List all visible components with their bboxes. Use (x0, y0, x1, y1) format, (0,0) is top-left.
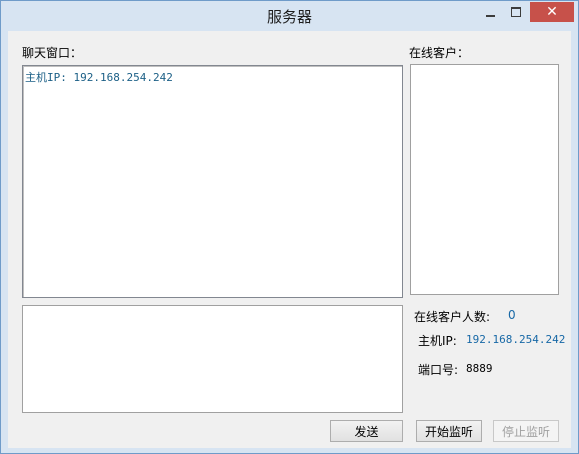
client-area: 聊天窗口： 在线客户： 主机IP: 192.168.254.242 在线客户人数… (8, 31, 571, 448)
host-ip-label: 主机IP: (418, 334, 457, 348)
online-count-value: 0 (508, 308, 516, 322)
online-clients-label: 在线客户： (409, 46, 470, 60)
stop-listening-button[interactable]: 停止监听 (493, 420, 559, 442)
minimize-button[interactable] (477, 2, 503, 22)
message-input[interactable] (22, 305, 403, 413)
online-count-label: 在线客户人数: (414, 310, 491, 324)
port-value: 8889 (466, 362, 493, 375)
start-listening-button[interactable]: 开始监听 (416, 420, 482, 442)
close-button[interactable]: ✕ (530, 2, 574, 22)
port-label: 端口号: (418, 363, 459, 377)
maximize-button[interactable] (503, 2, 529, 22)
minimize-icon (485, 7, 495, 17)
chat-window[interactable]: 主机IP: 192.168.254.242 (22, 65, 403, 298)
chat-message-line: 主机IP: 192.168.254.242 (25, 71, 173, 84)
close-icon: ✕ (546, 4, 558, 20)
online-clients-list[interactable] (410, 64, 559, 295)
title-bar[interactable]: 服务器 ✕ (1, 1, 578, 31)
send-button[interactable]: 发送 (330, 420, 403, 442)
server-window: 服务器 ✕ 聊天窗口： 在线客户： 主机IP: 192.168.254.242 … (0, 0, 579, 454)
chat-window-label: 聊天窗口： (22, 46, 83, 60)
maximize-icon (511, 7, 521, 17)
host-ip-value: 192.168.254.242 (466, 333, 566, 346)
